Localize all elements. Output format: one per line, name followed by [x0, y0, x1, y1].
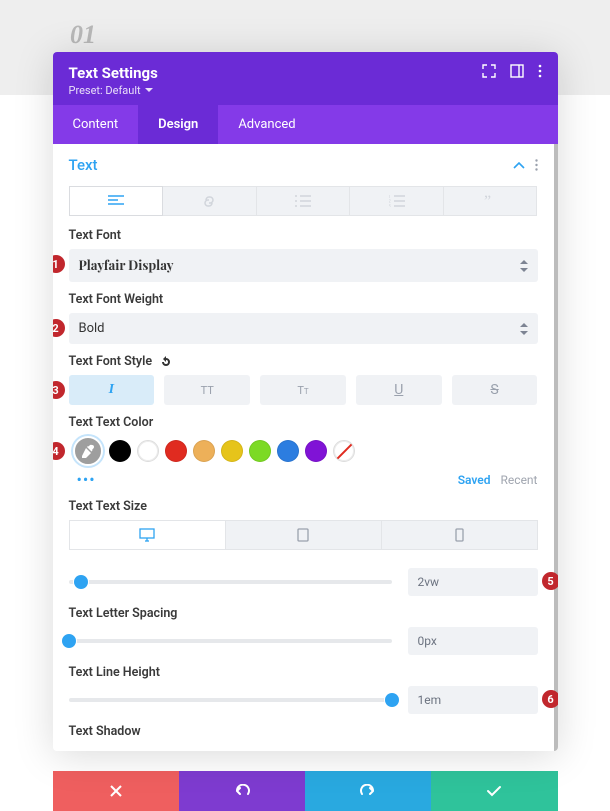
type-link[interactable] [163, 186, 257, 216]
tab-design[interactable]: Design [138, 105, 218, 144]
type-ol[interactable]: 123 [350, 186, 444, 216]
collapse-icon[interactable] [513, 162, 525, 169]
label-lineheight: Text Line Height [69, 665, 538, 680]
tabs: Content Design Advanced [53, 105, 558, 144]
section-more-icon[interactable] [535, 159, 538, 171]
colors-recent-tab[interactable]: Recent [501, 473, 538, 487]
more-icon[interactable] [538, 64, 542, 78]
style-italic[interactable]: I [69, 375, 155, 405]
reset-icon[interactable] [160, 356, 172, 368]
label-font: Text Font [69, 228, 538, 243]
modal-body: Text [53, 144, 558, 751]
swatch-black[interactable] [109, 440, 131, 462]
modal-header: Text Settings Preset: Default [53, 52, 558, 105]
size-slider[interactable] [69, 580, 392, 584]
svg-text:3: 3 [389, 204, 391, 207]
panel-icon[interactable] [510, 64, 524, 78]
preset-selector[interactable]: Preset: Default [69, 84, 158, 97]
swatch-white[interactable] [137, 440, 159, 462]
label-style-text: Text Font Style [69, 354, 153, 369]
swatch-none[interactable] [333, 440, 355, 462]
style-uppercase[interactable]: TT [164, 375, 250, 405]
label-weight: Text Font Weight [69, 292, 538, 307]
footer-actions [53, 771, 558, 811]
settings-modal: Text Settings Preset: Default [53, 52, 558, 751]
swatch-yellow[interactable] [221, 440, 243, 462]
marker-1: 1 [53, 255, 65, 273]
label-spacing: Text Letter Spacing [69, 606, 538, 621]
weight-select[interactable]: Bold [69, 313, 538, 344]
swatch-orange[interactable] [193, 440, 215, 462]
close-button[interactable] [53, 771, 179, 811]
label-size: Text Text Size [69, 499, 538, 514]
style-smallcaps[interactable]: TT [260, 375, 346, 405]
type-paragraph[interactable] [69, 186, 164, 216]
type-ul[interactable] [257, 186, 351, 216]
undo-button[interactable] [179, 771, 305, 811]
weight-value: Bold [79, 321, 105, 336]
expand-icon[interactable] [482, 64, 496, 78]
colors-saved-tab[interactable]: Saved [458, 473, 491, 487]
color-picker[interactable] [73, 436, 103, 466]
font-select[interactable]: Playfair Display [69, 249, 538, 282]
marker-6: 6 [542, 690, 558, 708]
lineheight-slider[interactable] [69, 698, 392, 702]
device-tablet[interactable] [226, 520, 382, 550]
device-desktop[interactable] [69, 520, 226, 550]
swatch-blue[interactable] [277, 440, 299, 462]
tab-advanced[interactable]: Advanced [218, 105, 315, 144]
swatch-purple[interactable] [305, 440, 327, 462]
label-shadow: Text Shadow [69, 724, 538, 739]
font-value: Playfair Display [79, 257, 174, 274]
lineheight-input[interactable]: 1em [408, 686, 538, 714]
marker-5: 5 [542, 572, 558, 590]
style-underline[interactable]: U [356, 375, 442, 405]
modal-title: Text Settings [69, 64, 158, 82]
marker-4: 4 [53, 442, 65, 460]
device-phone[interactable] [382, 520, 538, 550]
marker-2: 2 [53, 319, 65, 337]
save-button[interactable] [431, 771, 557, 811]
chevron-down-icon [145, 88, 153, 93]
section-title[interactable]: Text [69, 156, 98, 174]
select-caret-icon [520, 323, 528, 335]
marker-3: 3 [53, 381, 65, 399]
spacing-slider[interactable] [69, 639, 392, 643]
device-toggle [69, 520, 538, 550]
type-quote[interactable]: ” [444, 186, 538, 216]
color-more-icon[interactable]: ••• [69, 470, 96, 489]
swatch-red[interactable] [165, 440, 187, 462]
redo-button[interactable] [305, 771, 431, 811]
size-input[interactable]: 2vw [408, 568, 538, 596]
label-style: Text Font Style [69, 354, 538, 369]
text-type-toggle: 123 ” [69, 186, 538, 216]
svg-text:”: ” [484, 195, 491, 207]
tab-content[interactable]: Content [53, 105, 139, 144]
label-color: Text Text Color [69, 415, 538, 430]
preset-label: Preset: Default [69, 84, 141, 97]
step-number: 01 [70, 20, 96, 50]
spacing-input[interactable]: 0px [408, 627, 538, 655]
swatch-green[interactable] [249, 440, 271, 462]
style-strikethrough[interactable]: S [452, 375, 538, 405]
select-caret-icon [520, 260, 528, 272]
